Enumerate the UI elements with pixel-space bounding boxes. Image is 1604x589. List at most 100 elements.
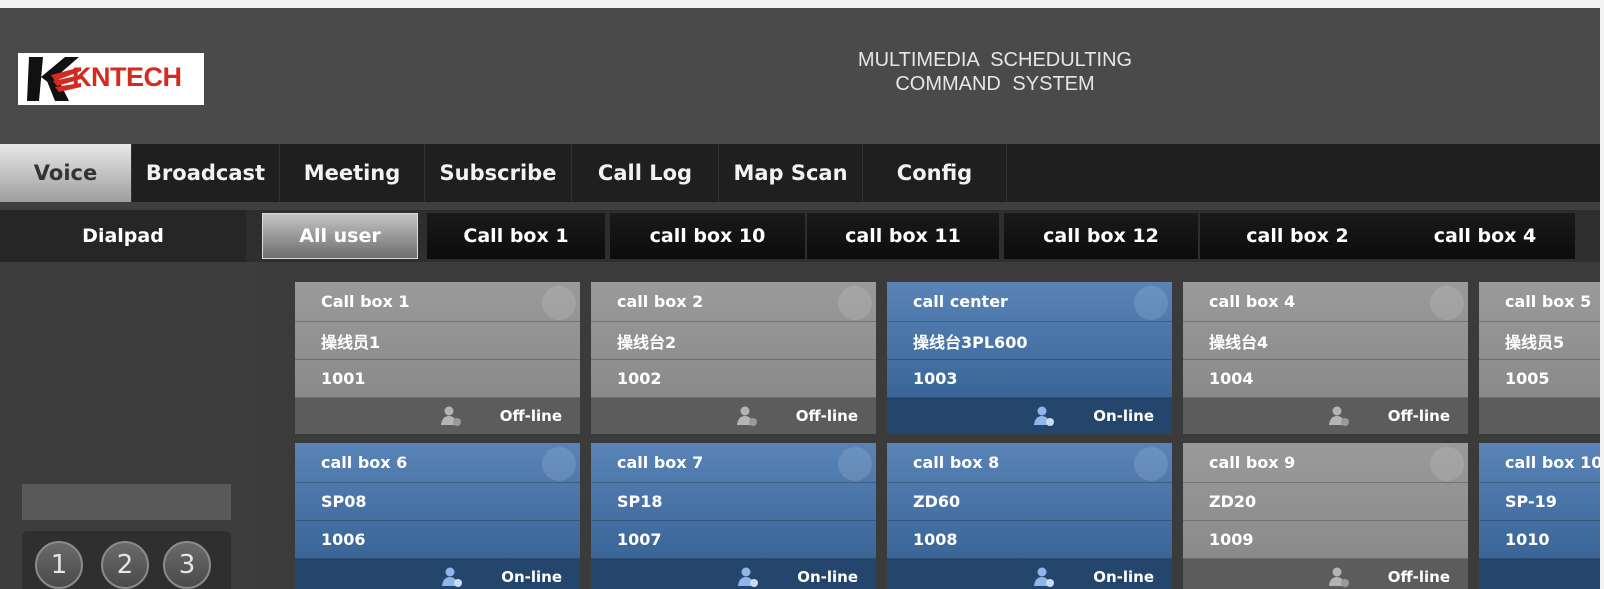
user-card[interactable]: call box 8 ZD60 1008 On-line xyxy=(887,443,1172,589)
user-status-icon xyxy=(738,567,759,587)
user-card[interactable]: call box 7 SP18 1007 On-line xyxy=(591,443,876,589)
logo-text: KNTECH xyxy=(72,62,182,92)
card-extension-number: 1010 xyxy=(1479,521,1600,559)
user-card-grid: Call box 1 操线员1 1001 Off-line call box 2 操线台2… xyxy=(295,282,1600,589)
card-status-bar: Off-line xyxy=(591,398,876,434)
card-status-label: On-line xyxy=(797,568,858,586)
card-status-label: Off-line xyxy=(1387,407,1450,425)
system-title: MULTIMEDIA SCHEDULTING COMMAND SYSTEM xyxy=(820,48,1170,96)
tab-subscribe[interactable]: Subscribe xyxy=(425,144,572,202)
card-status-bar: On-line xyxy=(887,559,1172,589)
tab-call-log[interactable]: Call Log xyxy=(572,144,719,202)
dial-number-input[interactable] xyxy=(22,484,231,520)
app-window: KNTECH MULTIMEDIA SCHEDULTING COMMAND SY… xyxy=(0,0,1604,589)
card-status-bar xyxy=(1479,398,1600,434)
card-extension-number: 1006 xyxy=(295,521,580,559)
card-header-arrow-icon xyxy=(838,447,872,481)
card-extension-number: 1003 xyxy=(887,360,1172,398)
card-user-name: 操线台4 xyxy=(1183,322,1468,360)
card-extension-number: 1005 xyxy=(1479,360,1600,398)
card-user-name: ZD20 xyxy=(1183,483,1468,521)
card-header-arrow-icon xyxy=(838,286,872,320)
user-card[interactable]: call box 9 ZD20 1009 Off-line xyxy=(1183,443,1468,589)
user-card[interactable]: call box 5 操线员5 1005 xyxy=(1479,282,1600,434)
card-device-name: call box 6 xyxy=(295,443,580,483)
card-status-bar: On-line xyxy=(295,559,580,589)
user-card[interactable]: call center 操线台3PL600 1003 On-line xyxy=(887,282,1172,434)
subtab-call-box-11[interactable]: call box 11 xyxy=(807,213,999,259)
card-device-name: call box 10 xyxy=(1479,443,1600,483)
right-frame xyxy=(1600,0,1604,589)
card-status-bar xyxy=(1479,559,1600,589)
card-device-name: call box 5 xyxy=(1479,282,1600,322)
card-user-name: SP18 xyxy=(591,483,876,521)
card-user-name: SP-19 xyxy=(1479,483,1600,521)
tab-map-scan[interactable]: Map Scan xyxy=(719,144,863,202)
user-status-icon xyxy=(442,567,463,587)
card-status-label: Off-line xyxy=(1387,568,1450,586)
dialpad-key-1[interactable]: 1 xyxy=(35,541,83,589)
user-card[interactable]: Call box 1 操线员1 1001 Off-line xyxy=(295,282,580,434)
card-user-name: SP08 xyxy=(295,483,580,521)
subtab-call-box-10[interactable]: call box 10 xyxy=(610,213,805,259)
card-status-label: On-line xyxy=(1093,568,1154,586)
card-device-name: Call box 1 xyxy=(295,282,580,322)
card-extension-number: 1002 xyxy=(591,360,876,398)
system-title-line2: COMMAND SYSTEM xyxy=(895,73,1095,95)
tab-voice[interactable]: Voice xyxy=(0,144,132,202)
user-status-icon xyxy=(1328,406,1349,426)
card-status-bar: On-line xyxy=(887,398,1172,434)
user-card[interactable]: call box 10 SP-19 1010 xyxy=(1479,443,1600,589)
kntech-logo: KNTECH xyxy=(18,53,204,105)
subtab-dialpad[interactable]: Dialpad xyxy=(0,210,246,262)
user-status-icon xyxy=(1034,406,1055,426)
card-user-name: ZD60 xyxy=(887,483,1172,521)
dialpad-key-2[interactable]: 2 xyxy=(101,541,149,589)
user-card[interactable]: call box 2 操线台2 1002 Off-line xyxy=(591,282,876,434)
user-card[interactable]: call box 6 SP08 1006 On-line xyxy=(295,443,580,589)
card-extension-number: 1009 xyxy=(1183,521,1468,559)
user-status-icon xyxy=(440,406,461,426)
subtab-call-box-1[interactable]: Call box 1 xyxy=(427,213,605,259)
subtab-call-box-2[interactable]: call box 2 xyxy=(1200,213,1395,259)
user-status-icon xyxy=(1328,567,1349,587)
sub-nav: Dialpad All user Call box 1 call box 10 call… xyxy=(0,210,1600,262)
card-status-bar: Off-line xyxy=(1183,559,1468,589)
card-status-bar: Off-line xyxy=(295,398,580,434)
card-header-arrow-icon xyxy=(1134,447,1168,481)
card-device-name: call box 7 xyxy=(591,443,876,483)
card-status-bar: Off-line xyxy=(1183,398,1468,434)
card-device-name: call box 4 xyxy=(1183,282,1468,322)
subtab-call-box-12[interactable]: call box 12 xyxy=(1004,213,1198,259)
card-header-arrow-icon xyxy=(1134,286,1168,320)
card-header-arrow-icon xyxy=(542,286,576,320)
card-status-label: Off-line xyxy=(795,407,858,425)
card-device-name: call center xyxy=(887,282,1172,322)
card-status-bar: On-line xyxy=(591,559,876,589)
card-header-arrow-icon xyxy=(1430,447,1464,481)
card-user-name: 操线员1 xyxy=(295,322,580,360)
card-user-name: 操线台3PL600 xyxy=(887,322,1172,360)
user-status-icon xyxy=(1034,567,1055,587)
system-title-line1: MULTIMEDIA SCHEDULTING xyxy=(857,49,1133,71)
nav-separator xyxy=(0,202,1600,210)
card-user-name: 操线台2 xyxy=(591,322,876,360)
card-extension-number: 1001 xyxy=(295,360,580,398)
dialpad-key-3[interactable]: 3 xyxy=(163,541,211,589)
card-user-name: 操线员5 xyxy=(1479,322,1600,360)
user-card[interactable]: call box 4 操线台4 1004 Off-line xyxy=(1183,282,1468,434)
card-extension-number: 1004 xyxy=(1183,360,1468,398)
card-device-name: call box 9 xyxy=(1183,443,1468,483)
card-device-name: call box 2 xyxy=(591,282,876,322)
top-frame xyxy=(0,0,1604,8)
main-nav: Voice Broadcast Meeting Subscribe Call Log Ma… xyxy=(0,144,1600,202)
card-status-label: On-line xyxy=(1093,407,1154,425)
tab-broadcast[interactable]: Broadcast xyxy=(132,144,280,202)
tab-config[interactable]: Config xyxy=(863,144,1007,202)
subtab-call-box-4[interactable]: call box 4 xyxy=(1395,213,1575,259)
subtab-all-user[interactable]: All user xyxy=(262,213,418,259)
card-device-name: call box 8 xyxy=(887,443,1172,483)
user-status-icon xyxy=(736,406,757,426)
card-extension-number: 1008 xyxy=(887,521,1172,559)
tab-meeting[interactable]: Meeting xyxy=(280,144,425,202)
